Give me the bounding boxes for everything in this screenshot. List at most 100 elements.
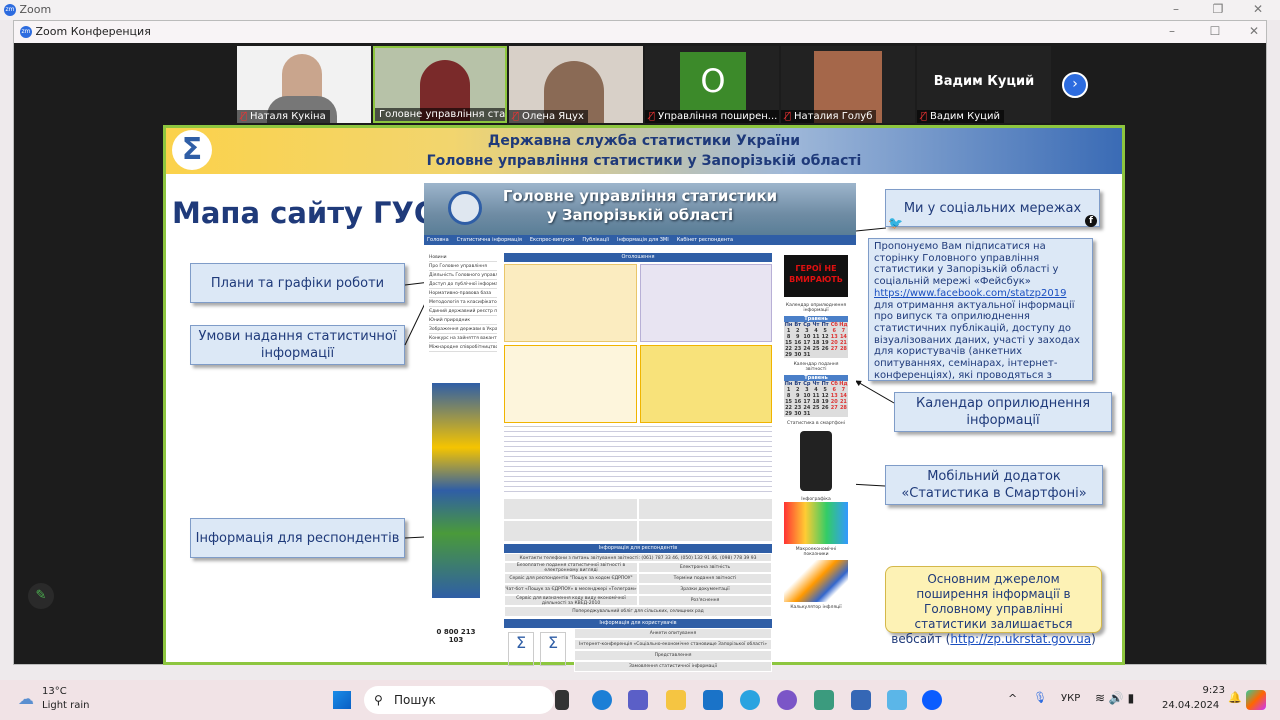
participant-tile[interactable]: 🎙̸ Наталя Кукіна [237,46,371,123]
macro-image[interactable] [784,560,848,602]
promo-block[interactable] [504,521,637,541]
right-label[interactable]: Макроекономічні показники [784,547,848,557]
calendar-day[interactable]: 31 [802,411,811,417]
resp-link[interactable]: Зразки документації [638,584,772,595]
infographics-image[interactable] [784,502,848,544]
calendar-day[interactable]: 31 [802,352,811,358]
calendar-day[interactable]: 26 [821,346,830,352]
menu-item[interactable]: Про Головне управління [429,262,497,271]
participant-tile[interactable]: Вадим Куций 🎙̸ Вадим Куций [917,46,1051,123]
calendar-day[interactable]: 26 [821,405,830,411]
calendar-day[interactable]: 28 [839,346,848,352]
weather-desc[interactable]: Light rain [42,700,90,711]
site-nav-item[interactable]: Публікації [582,235,609,245]
promo-block[interactable] [504,499,637,519]
wifi-volume-battery-icon[interactable]: ≋ 🔊 ▮ [1095,691,1134,705]
calendar-day[interactable]: 28 [839,405,848,411]
maximize-button[interactable]: ☐ [1197,24,1233,38]
paint-icon[interactable] [887,690,907,710]
mail-icon[interactable] [703,690,723,710]
tray-overflow-icon[interactable]: ^ [1008,692,1017,705]
promo-block[interactable] [639,499,772,519]
site-nav-item[interactable]: Головна [427,235,449,245]
calendar-day[interactable]: 30 [793,352,802,358]
menu-item[interactable]: Юний природник [429,316,497,325]
resp-link[interactable]: Терміни подання звітності [638,573,772,584]
resp-link[interactable]: Роз'яснення [638,595,772,606]
menu-item[interactable]: Конкурс на зайняття вакантних посад [429,334,497,343]
promo-block[interactable] [639,521,772,541]
resp-link[interactable]: Сервіс для визначення коду виду економіч… [504,595,638,606]
menu-item[interactable]: Методологія та класифікатори [429,298,497,307]
language-indicator[interactable]: УКР [1061,693,1080,704]
site-nav-item[interactable]: Кабінет респондента [677,235,733,245]
announce-card[interactable] [504,345,637,423]
weather-temp[interactable]: 13°C [42,686,67,697]
menu-item[interactable]: Новини [429,253,497,262]
right-label[interactable]: Калькулятор інфляції [784,605,848,610]
announce-card[interactable] [504,264,637,342]
microphone-icon[interactable]: 🎙 [1033,691,1047,704]
menu-item[interactable]: Діяльність Головного управління [429,271,497,280]
minimize-button[interactable]: – [1154,24,1190,38]
menu-item[interactable]: Зображення держави в Україні [429,325,497,334]
smartphone-image[interactable] [800,431,832,491]
restore-button[interactable]: ❐ [1200,2,1236,16]
app-icon[interactable] [851,690,871,710]
close-button[interactable]: ✕ [1236,24,1272,38]
participant-tile[interactable]: 🎙̸ Наталия Голуб [781,46,915,123]
menu-item[interactable]: Доступ до публічної інформації [429,280,497,289]
file-explorer-icon[interactable] [666,690,686,710]
menu-item[interactable]: Нормативно-правова база [429,289,497,298]
resp-link[interactable]: Сервіс для респондентів "Пошук за кодом … [504,573,638,584]
annotate-pencil-icon[interactable]: ✎ [28,583,54,609]
teams-icon[interactable] [628,690,648,710]
calendar-widget[interactable]: Травень Пн Вт Ср Чт Пт Сб Нд 1 2 3 4 5 6 7 8 9 10 11 12 13 14… [784,316,848,358]
windows-start-icon[interactable] [333,691,351,709]
users-link[interactable]: Замовлення статистичної інформації [574,661,772,672]
resp-footer[interactable]: Попереджувальний обліг для сільських, се… [504,606,772,617]
users-link[interactable]: Інтернет-конференція «Соціально-економіч… [574,639,772,650]
minimize-button[interactable]: – [1158,2,1194,16]
clock-date[interactable]: 24.04.2024 [1162,700,1219,711]
participant-tile[interactable]: О 🎙̸ Управління поширен... [645,46,779,123]
clock-time[interactable]: 9:23 [1185,685,1225,696]
edge-icon[interactable] [592,690,612,710]
site-nav-item[interactable]: Статистична інформація [457,235,522,245]
copilot-icon[interactable] [1246,690,1266,710]
calendar-day[interactable]: 29 [784,411,793,417]
resp-link[interactable]: Електронна звітність [638,562,772,573]
zoom-taskbar-icon[interactable] [922,690,942,710]
calendar-day[interactable]: 25 [811,405,820,411]
task-view-icon[interactable] [555,690,569,710]
right-label[interactable]: Статистика в смартфоні [784,421,848,426]
search-box[interactable]: ⚲ Пошук [364,686,554,714]
calendar-day[interactable]: 25 [811,346,820,352]
resp-link[interactable]: Чат-бот «Пошук за ЄДРПОУ» в месенджері «… [504,584,638,595]
close-button[interactable]: ✕ [1240,2,1276,16]
calendar-day[interactable]: 29 [784,352,793,358]
telegram-icon[interactable] [740,690,760,710]
calendar-day[interactable]: 27 [830,346,839,352]
next-participants-button[interactable]: › [1062,72,1088,98]
calendar-day[interactable]: 27 [830,405,839,411]
menu-item[interactable]: Міжнародне співробітництво [429,343,497,352]
notification-bell-icon[interactable]: 🔔 [1228,691,1242,704]
right-label[interactable]: Календар оприлюднення інформації [784,303,848,313]
site-nav-item[interactable]: Інформація для ЗМІ [617,235,669,245]
right-label[interactable]: Календар подання звітності [784,362,848,372]
menu-item[interactable]: Єдиний державний реєстр підприємств і ор… [429,307,497,316]
resp-link[interactable]: Безоплатне подання статистичної звітност… [504,562,638,573]
viber-icon[interactable] [777,690,797,710]
calendar-day[interactable]: 30 [793,411,802,417]
announce-card[interactable] [639,345,772,423]
site-nav-item[interactable]: Експрес-випуски [530,235,574,245]
users-link[interactable]: Представлення [574,650,772,661]
calendar-widget[interactable]: Травень Пн Вт Ср Чт Пт Сб Нд 1 2 3 4 5 6 7 8 9 10 11 12 13 14… [784,375,848,417]
users-link[interactable]: Анкети опитування [574,628,772,639]
participant-tile[interactable]: 🎙̸ Олена Яцух [509,46,643,123]
announce-card[interactable] [639,264,772,342]
chatgpt-icon[interactable] [814,690,834,710]
heroes-banner[interactable]: ГЕРОЇ НЕ ВМИРАЮТЬ [784,255,848,297]
participant-tile-active[interactable]: Головне управління стат... [373,46,507,123]
